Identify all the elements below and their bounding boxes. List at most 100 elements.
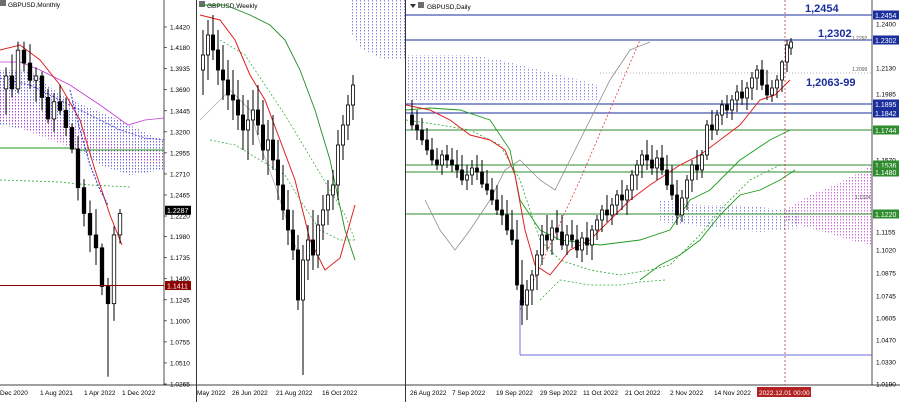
candle-body [200, 54, 205, 71]
daily-annotation: 1,2063-99 [806, 77, 856, 89]
monthly-price-tag-text: 1.1411 [167, 283, 188, 290]
daily-menu-icon [418, 2, 424, 8]
daily-price-tag-text: 1.1744 [875, 128, 897, 135]
monthly-y-tick: 1.1245 [170, 297, 190, 304]
candle-body [335, 144, 340, 186]
candle-body [450, 159, 454, 166]
daily-small-label: 1.2292 [852, 36, 868, 42]
candle-body [745, 87, 749, 99]
candle-body [630, 174, 634, 191]
candle-body [260, 124, 265, 151]
monthly-y-tick: 1.3200 [170, 129, 190, 136]
candle-body [295, 249, 300, 301]
daily-y-tick: 1.0745 [876, 294, 896, 301]
daily-title: GBPUSD,Daily [427, 4, 471, 11]
candle-body [445, 154, 449, 161]
daily-x-tick: 26 Aug 2022 [410, 390, 447, 397]
candle-body [590, 229, 594, 246]
candle-body [245, 119, 250, 131]
candle-body [580, 237, 584, 251]
candle-body [510, 229, 514, 241]
daily-small-label: 1.2099 [852, 67, 868, 73]
candle-body [57, 101, 63, 111]
monthly-x-tick: 1 Aug 2021 [40, 390, 73, 397]
monthly-y-tick: 1.1980 [170, 234, 190, 241]
candle-body [33, 75, 39, 81]
candle-body [27, 62, 33, 81]
candle-body [51, 101, 57, 120]
candle-body [605, 209, 609, 216]
monthly-y-tick: 1.3935 [170, 66, 190, 73]
candle-body [285, 209, 290, 231]
candle-body [250, 109, 255, 121]
trading-charts-svg: GBPUSD,Monthly 1.4420 1.4180 1.3935 1.3690 1.… [0, 0, 900, 402]
daily-x-tick: 7 Sep 2022 [452, 390, 486, 397]
candle-body [93, 234, 99, 249]
candle-body [620, 194, 624, 201]
candle-body [320, 209, 325, 226]
candle-body [655, 157, 659, 169]
candle-body [700, 154, 704, 171]
daily-price-tag-text: 1.1220 [875, 212, 897, 219]
monthly-price-tag-text: 1.2287 [167, 208, 189, 215]
daily-price-tag-text: 1.1842 [875, 111, 897, 118]
candle-body [610, 204, 614, 216]
daily-y-tick: 1.0470 [876, 338, 896, 345]
candle-body [340, 124, 345, 146]
candle-body [470, 167, 474, 176]
daily-x-tick: 19 Sep 2022 [496, 390, 533, 397]
monthly-candle [69, 123, 75, 154]
candle-body [460, 169, 464, 181]
candle-body [765, 84, 769, 96]
candle-body [665, 169, 669, 186]
candle-body [495, 199, 499, 211]
monthly-y-tick: 1.2955 [170, 150, 190, 157]
monthly-y-tick: 1.0755 [170, 339, 190, 346]
candle-body [310, 239, 315, 256]
daily-cursor-time: 2022.12.01 00:00 [759, 390, 810, 397]
candle-body [87, 213, 93, 236]
candle-body [205, 34, 210, 56]
candle-body [111, 234, 117, 305]
monthly-y-tick: 1.1000 [170, 318, 190, 325]
candle-body [505, 214, 509, 231]
candle-body [640, 154, 644, 166]
candle-body [69, 127, 75, 150]
monthly-title: GBPUSD,Monthly [8, 2, 61, 9]
candle-body [755, 69, 759, 79]
candle-body [490, 189, 494, 201]
candle-body [685, 179, 689, 199]
candle-body [465, 174, 469, 181]
candle-body [230, 94, 235, 101]
candle-body [275, 159, 280, 186]
candle-body [770, 87, 774, 96]
candle-body [345, 104, 350, 126]
monthly-y-tick: 1.3690 [170, 87, 190, 94]
candle-body [780, 61, 784, 81]
daily-annotation: 1,2454 [805, 3, 840, 15]
candle-body [720, 104, 724, 116]
candle-body [750, 77, 754, 89]
monthly-menu-icon [0, 0, 6, 6]
candle-body [81, 187, 87, 214]
candle-body [515, 239, 519, 286]
candle-body [430, 149, 434, 161]
daily-small-label: 1.1324 [855, 195, 871, 201]
monthly-x-tick: 1 Dec 2022 [122, 390, 156, 397]
candle-body [15, 49, 21, 90]
candle-body [545, 234, 549, 241]
chart-screenshot: GBPUSD,Monthly 1.4420 1.4180 1.3935 1.3690 1.… [0, 0, 900, 402]
candle-body [520, 284, 524, 306]
candle-body [240, 114, 245, 131]
candle-body [290, 229, 295, 251]
monthly-y-tick: 1.1735 [170, 255, 190, 262]
candle-body [760, 69, 764, 86]
daily-annotation: 1,2302 [818, 28, 852, 40]
candle-body [575, 239, 579, 251]
candle-body [690, 164, 694, 181]
candle-body [99, 247, 105, 287]
candle-body [660, 157, 664, 171]
candle-body [775, 79, 779, 89]
candle-body [710, 124, 714, 131]
candle-body [600, 209, 604, 221]
